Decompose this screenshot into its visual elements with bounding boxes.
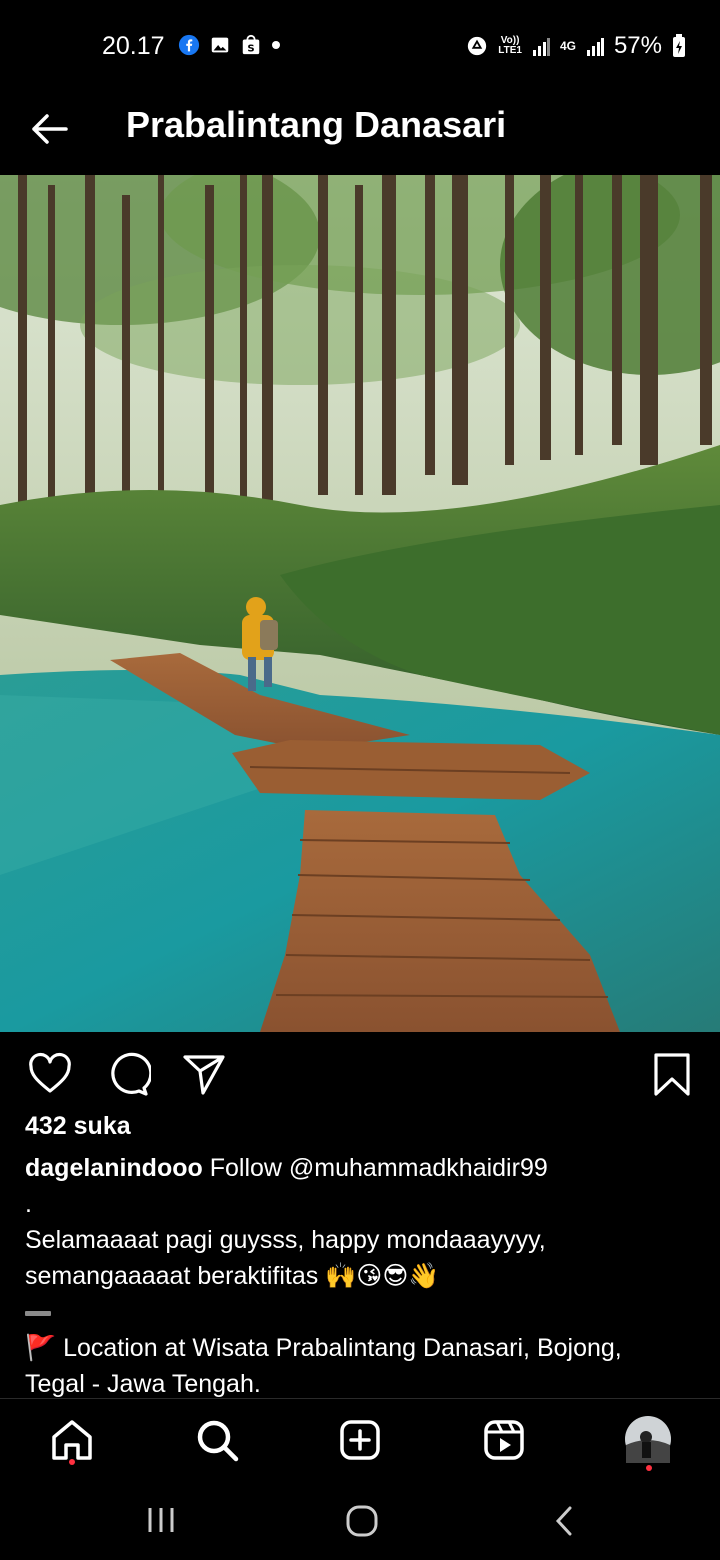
post-username[interactable]: dagelanindooo — [25, 1154, 203, 1182]
caption-dot: . — [25, 1190, 32, 1218]
arrow-left-icon[interactable] — [26, 106, 72, 152]
home-button-icon[interactable] — [345, 1504, 379, 1538]
search-icon[interactable] — [194, 1417, 240, 1463]
bottom-navigation — [0, 1398, 720, 1479]
status-bar: 20.17 S Vo)) LTE1 4G 57% — [0, 0, 720, 92]
battery-percent: 57% — [613, 32, 662, 59]
caption-greeting-2: semangaaaaat beraktifitas 🙌😘😎👋 — [25, 1262, 440, 1290]
post-caption: dagelanindooo Follow @muhammadkhaidir99 … — [25, 1150, 695, 1402]
recycle-icon — [468, 36, 487, 56]
divider-dash-icon — [25, 1310, 51, 1316]
caption-divider — [25, 1294, 695, 1330]
shopping-bag-icon: S — [242, 34, 260, 54]
top-app-bar: Prabalintang Danasari — [0, 92, 720, 174]
volte-indicator: Vo)) LTE1 — [498, 35, 522, 56]
send-icon[interactable] — [180, 1050, 228, 1098]
bookmark-icon[interactable] — [648, 1050, 696, 1098]
home-icon[interactable] — [49, 1417, 95, 1463]
avatar[interactable] — [624, 1415, 672, 1463]
recent-apps-icon[interactable] — [146, 1505, 176, 1535]
home-notification-dot — [69, 1459, 75, 1465]
system-back-icon[interactable] — [552, 1504, 576, 1538]
more-notifications-dot-icon — [272, 41, 280, 49]
signal-icon-2 — [586, 38, 604, 56]
profile-notification-dot — [646, 1465, 652, 1471]
caption-location: 🚩 Location at Wisata Prabalintang Danasa… — [25, 1334, 622, 1362]
status-time: 20.17 — [102, 32, 165, 60]
svg-text:S: S — [247, 43, 254, 54]
plus-square-icon[interactable] — [337, 1417, 383, 1463]
facebook-icon — [178, 34, 200, 56]
system-navigation-bar — [0, 1480, 720, 1560]
status-notification-icons: S — [178, 34, 281, 56]
comment-icon[interactable] — [103, 1050, 151, 1098]
post-image[interactable] — [0, 175, 720, 1032]
network-type: 4G — [559, 39, 576, 53]
post-actions — [0, 1040, 720, 1110]
likes-count[interactable]: 432 suka — [25, 1112, 131, 1141]
page-title: Prabalintang Danasari — [126, 104, 507, 145]
battery-icon — [673, 34, 685, 57]
heart-icon[interactable] — [26, 1050, 74, 1098]
caption-greeting: Selamaaaat pagi guysss, happy mondaaayyy… — [25, 1226, 546, 1254]
signal-icon — [532, 38, 550, 56]
forest-lake-boardwalk-photo — [0, 175, 720, 1032]
caption-location-2: Tegal - Jawa Tengah. — [25, 1370, 261, 1398]
gallery-icon — [211, 37, 229, 53]
status-right-icons: Vo)) LTE1 4G 57% — [466, 32, 686, 60]
reels-icon[interactable] — [481, 1417, 527, 1463]
caption-follow-text: Follow @muhammadkhaidir99 — [209, 1154, 548, 1182]
